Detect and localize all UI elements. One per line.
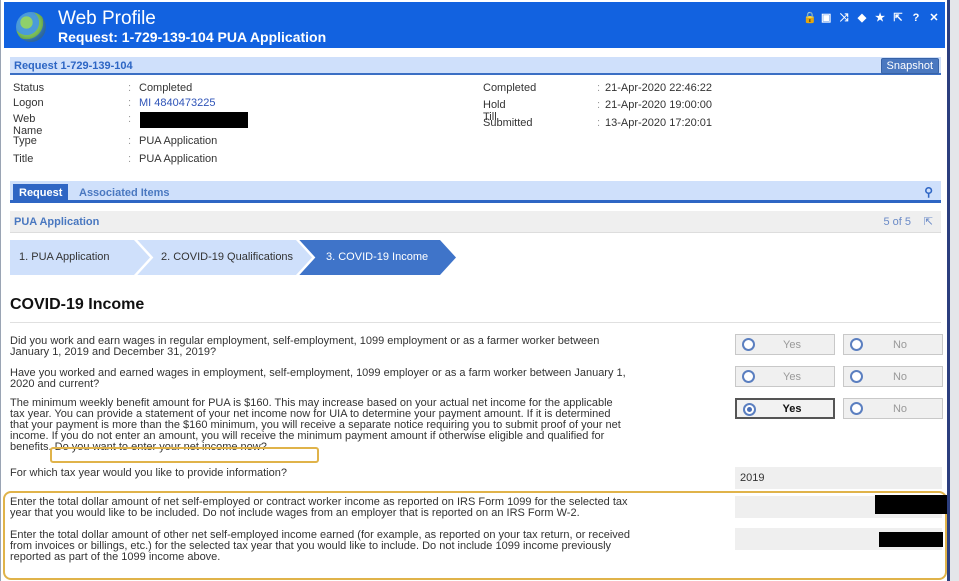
highlight-box (50, 447, 319, 463)
tax-year-value: 2019 (740, 472, 765, 484)
field-colon: : (597, 99, 601, 111)
close-icon[interactable]: ✕ (929, 12, 939, 24)
question-net-income: The minimum weekly benefit amount for PU… (10, 398, 630, 453)
external-link-icon[interactable]: ⇱ (924, 215, 933, 228)
radio-label: Yes (783, 371, 801, 383)
tab-request[interactable]: Request (13, 184, 69, 203)
q3-no-radio[interactable]: No (843, 398, 943, 419)
question-line: 2020 and current? (10, 378, 100, 390)
radio-label: Yes (782, 403, 802, 415)
tax-year-field[interactable]: 2019 (735, 467, 942, 489)
question-tax-year: For which tax year would you like to pro… (10, 467, 287, 479)
step-label: 1. PUA Application (19, 251, 110, 263)
type-value: PUA Application (139, 135, 218, 147)
status-value: Completed (139, 82, 193, 94)
step-pua-application[interactable]: 1. PUA Application (10, 240, 150, 275)
income-1099-field[interactable] (735, 495, 947, 518)
question-worked-2019: Did you work and earn wages in regular e… (10, 336, 630, 358)
section-header: PUA Application 5 of 5 ⇱ (10, 211, 941, 233)
field-label: Type (13, 135, 37, 147)
radio-label: No (892, 403, 908, 415)
question-line: year that you would like to be included.… (10, 507, 580, 519)
logon-link[interactable]: MI 4840473225 (139, 97, 215, 109)
tab-bar: Request Associated Items ⚲ (10, 181, 941, 203)
field-colon: : (128, 97, 132, 109)
field-colon: : (128, 113, 132, 125)
q1-no-radio[interactable]: No (843, 334, 943, 355)
snapshot-button[interactable]: Snapshot (880, 58, 939, 74)
divider (10, 322, 941, 323)
question-other-income: Enter the total dollar amount of other n… (10, 530, 630, 563)
radio-label: No (892, 371, 908, 383)
radio-label: No (892, 339, 908, 351)
q3-yes-radio[interactable]: Yes (735, 398, 835, 419)
window-header: Web Profile Request: 1-729-139-104 PUA A… (4, 2, 945, 48)
redacted-value (875, 495, 947, 514)
web-profile-window: Web Profile Request: 1-729-139-104 PUA A… (0, 0, 947, 581)
radio-label: Yes (783, 339, 801, 351)
image-icon[interactable]: ▣ (821, 12, 831, 24)
help-icon[interactable]: ? (911, 12, 921, 24)
field-colon: : (597, 82, 601, 94)
question-line: Have you worked and earned wages in empl… (10, 367, 626, 379)
income-other-field[interactable] (735, 528, 943, 550)
web-name-redacted (140, 112, 248, 131)
field-label: Logon (13, 97, 44, 109)
field-colon: : (128, 153, 132, 165)
redacted-value (879, 532, 943, 547)
header-toolbar: 🔒 ▣ ⤨ ◆ ★ ⇱ ? ✕ (803, 12, 939, 24)
q1-yes-radio[interactable]: Yes (735, 334, 835, 355)
field-colon: : (128, 82, 132, 94)
page-count: 5 of 5 (883, 216, 911, 228)
question-worked-2020: Have you worked and earned wages in empl… (10, 368, 630, 390)
step-covid-qualifications[interactable]: 2. COVID-19 Qualifications (136, 240, 312, 275)
shuffle-icon[interactable]: ⤨ (839, 12, 849, 24)
request-label: Request 1-729-139-104 (14, 60, 133, 72)
tab-associated-items[interactable]: Associated Items (73, 184, 175, 203)
field-label: Title (13, 153, 34, 165)
window-scroll-rail[interactable] (947, 0, 959, 581)
request-title: Request: 1-729-139-104 PUA Application (58, 29, 327, 45)
field-colon: : (128, 135, 132, 147)
field-label: Submitted (483, 117, 533, 129)
submitted-value: 13-Apr-2020 17:20:01 (605, 117, 713, 129)
q2-no-radio[interactable]: No (843, 366, 943, 387)
step-label: 3. COVID-19 Income (326, 251, 429, 263)
globe-icon (16, 12, 46, 42)
lock-icon[interactable]: 🔒 (803, 12, 817, 24)
search-icon[interactable]: ⚲ (924, 185, 933, 199)
q2-yes-radio[interactable]: Yes (735, 366, 835, 387)
step-label: 2. COVID-19 Qualifications (161, 251, 294, 263)
field-label: Status (13, 82, 45, 94)
hold-till-value: 21-Apr-2020 19:00:00 (605, 99, 713, 111)
title-value: PUA Application (139, 153, 218, 165)
wizard-steps: 1. PUA Application 2. COVID-19 Qualifica… (10, 240, 470, 275)
question-line: reported as part of the 1099 income abov… (10, 551, 221, 563)
star-icon[interactable]: ★ (875, 12, 885, 24)
question-line: January 1, 2019 and December 31, 2019? (10, 346, 217, 358)
question-prefix: benefits. (10, 441, 52, 453)
question-1099-income: Enter the total dollar amount of net sel… (10, 497, 630, 519)
field-label: Web Name (13, 113, 43, 137)
request-summary-bar: Request 1-729-139-104 Snapshot (10, 57, 941, 75)
section-title: PUA Application (14, 216, 100, 228)
step-covid-income[interactable]: 3. COVID-19 Income (298, 240, 456, 275)
tag-icon[interactable]: ◆ (857, 12, 867, 24)
field-colon: : (597, 117, 601, 129)
app-title: Web Profile (58, 8, 156, 29)
page-heading: COVID-19 Income (10, 296, 145, 313)
completed-value: 21-Apr-2020 22:46:22 (605, 82, 713, 94)
external-link-icon[interactable]: ⇱ (893, 12, 903, 24)
field-label: Completed (483, 82, 537, 94)
